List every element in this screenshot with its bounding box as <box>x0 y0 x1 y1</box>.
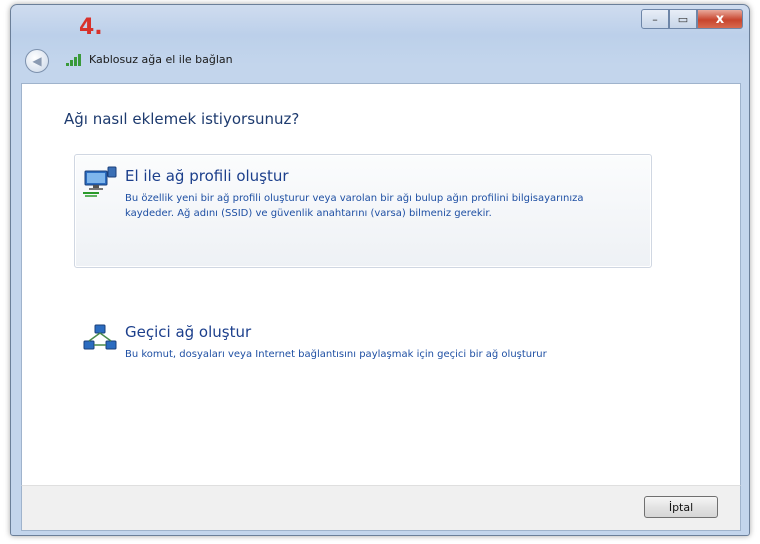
content-panel: Ağı nasıl eklemek istiyorsunuz? El ile a… <box>21 83 741 486</box>
page-heading: Ağı nasıl eklemek istiyorsunuz? <box>64 110 300 128</box>
wireless-signal-icon <box>66 54 81 66</box>
option-adhoc-network[interactable]: Geçici ağ oluştur Bu komut, dosyaları ve… <box>74 310 652 392</box>
caption-controls: – ▭ x <box>641 9 743 29</box>
minimize-button[interactable]: – <box>641 9 669 29</box>
step-marker: 4. <box>79 15 103 40</box>
option-adhoc-network-description: Bu komut, dosyaları veya Internet bağlan… <box>125 349 547 360</box>
option-manual-profile-description: Bu özellik yeni bir ağ profili oluşturur… <box>125 193 584 219</box>
close-button[interactable]: x <box>697 9 743 29</box>
cancel-button[interactable]: İptal <box>644 496 718 518</box>
window-title: Kablosuz ağa el ile bağlan <box>89 53 233 66</box>
back-arrow-icon: ◀ <box>32 54 42 68</box>
adhoc-network-icon <box>83 324 117 350</box>
maximize-button[interactable]: ▭ <box>669 9 697 29</box>
back-button[interactable]: ◀ <box>25 49 49 73</box>
option-adhoc-network-title: Geçici ağ oluştur <box>125 323 252 341</box>
option-manual-profile[interactable]: El ile ağ profili oluştur Bu özellik yen… <box>74 154 652 268</box>
network-profile-icon <box>83 166 117 197</box>
wizard-window: 4. – ▭ x ◀ Kablosuz ağa el ile bağlan Ağ… <box>10 4 750 536</box>
footer-bar: İptal <box>21 485 741 531</box>
option-manual-profile-title: El ile ağ profili oluştur <box>125 167 289 185</box>
